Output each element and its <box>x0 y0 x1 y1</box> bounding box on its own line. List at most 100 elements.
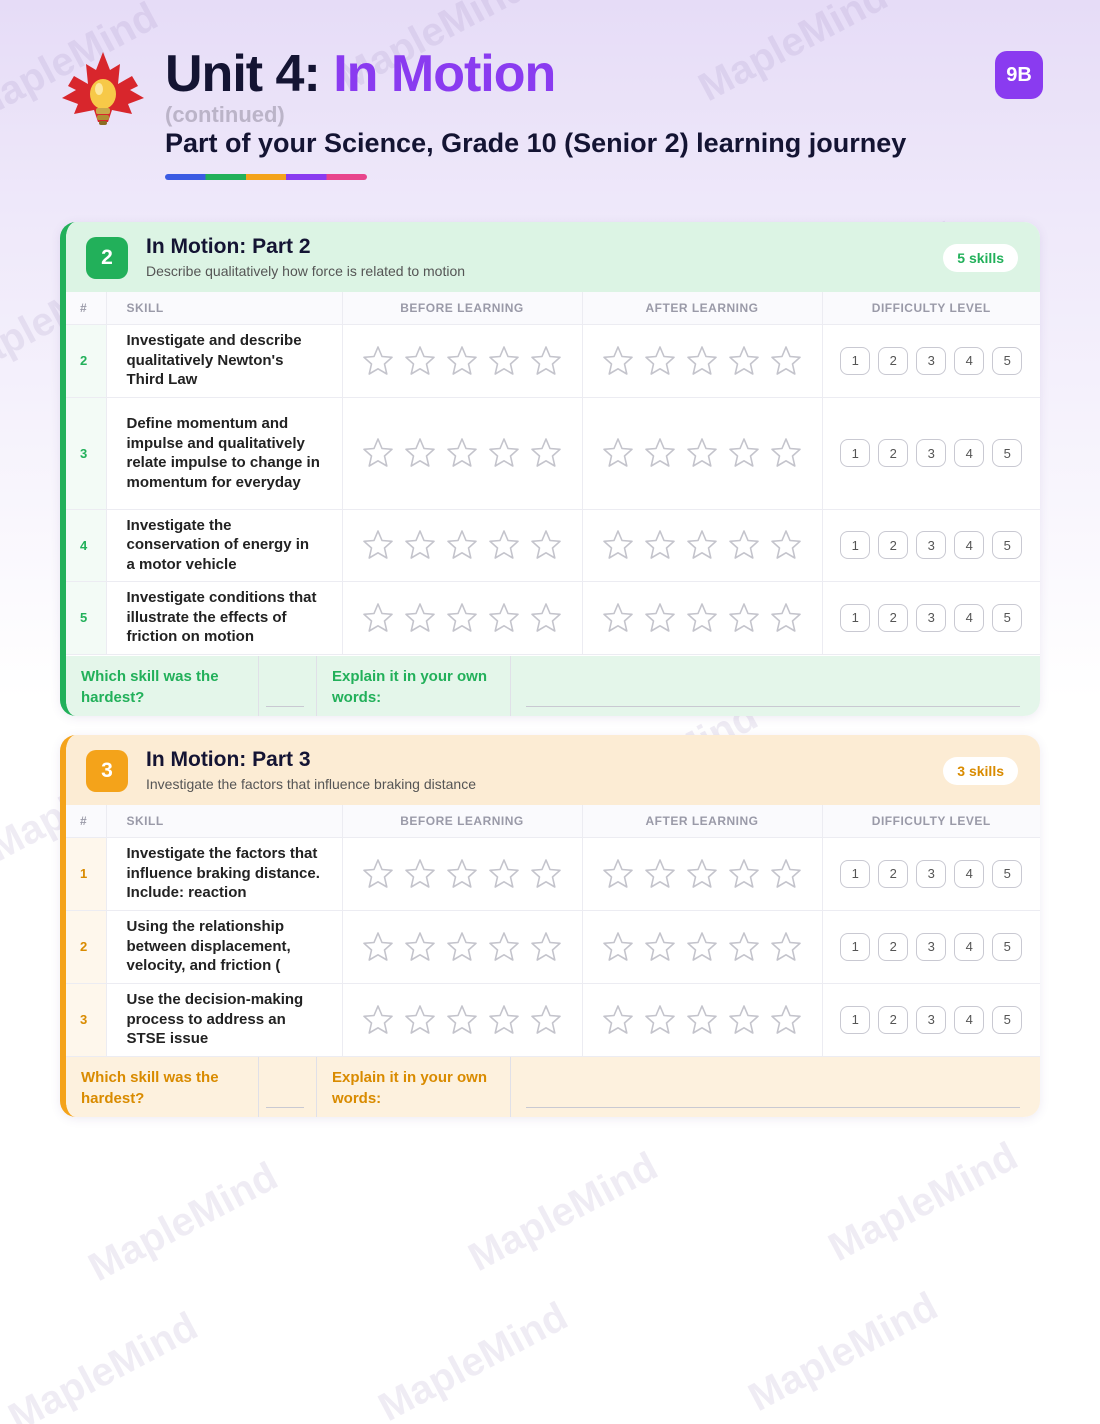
star-icon[interactable] <box>445 436 479 470</box>
star-icon[interactable] <box>403 344 437 378</box>
star-icon[interactable] <box>487 601 521 635</box>
star-icon[interactable] <box>403 436 437 470</box>
hardest-skill-answer-line[interactable] <box>266 1107 304 1108</box>
difficulty-option-button[interactable]: 1 <box>840 531 871 559</box>
star-icon[interactable] <box>601 344 635 378</box>
star-icon[interactable] <box>403 528 437 562</box>
star-icon[interactable] <box>361 930 395 964</box>
star-icon[interactable] <box>601 857 635 891</box>
star-icon[interactable] <box>769 857 803 891</box>
star-icon[interactable] <box>445 857 479 891</box>
difficulty-option-button[interactable]: 4 <box>954 531 985 559</box>
difficulty-option-button[interactable]: 5 <box>992 346 1023 375</box>
difficulty-option-button[interactable]: 2 <box>878 439 909 467</box>
star-icon[interactable] <box>601 601 635 635</box>
star-icon[interactable] <box>487 857 521 891</box>
star-icon[interactable] <box>487 344 521 378</box>
explain-answer-line[interactable] <box>526 1107 1020 1108</box>
difficulty-option-button[interactable]: 2 <box>878 603 909 632</box>
star-icon[interactable] <box>487 930 521 964</box>
star-icon[interactable] <box>529 344 563 378</box>
star-icon[interactable] <box>727 344 761 378</box>
difficulty-option-button[interactable]: 4 <box>954 932 985 961</box>
difficulty-option-button[interactable]: 3 <box>916 932 947 961</box>
difficulty-option-button[interactable]: 2 <box>878 346 909 375</box>
star-icon[interactable] <box>445 344 479 378</box>
difficulty-option-button[interactable]: 1 <box>840 346 871 375</box>
star-icon[interactable] <box>727 601 761 635</box>
star-icon[interactable] <box>361 436 395 470</box>
difficulty-option-button[interactable]: 4 <box>954 1005 985 1034</box>
difficulty-option-button[interactable]: 5 <box>992 439 1023 467</box>
star-icon[interactable] <box>403 1003 437 1037</box>
difficulty-option-button[interactable]: 3 <box>916 346 947 375</box>
difficulty-option-button[interactable]: 1 <box>840 932 871 961</box>
star-icon[interactable] <box>445 601 479 635</box>
difficulty-option-button[interactable]: 3 <box>916 859 947 888</box>
difficulty-option-button[interactable]: 5 <box>992 932 1023 961</box>
difficulty-option-button[interactable]: 3 <box>916 531 947 559</box>
difficulty-option-button[interactable]: 5 <box>992 1005 1023 1034</box>
difficulty-option-button[interactable]: 1 <box>840 603 871 632</box>
difficulty-option-button[interactable]: 3 <box>916 603 947 632</box>
difficulty-option-button[interactable]: 4 <box>954 603 985 632</box>
star-icon[interactable] <box>769 528 803 562</box>
star-icon[interactable] <box>685 601 719 635</box>
star-icon[interactable] <box>361 1003 395 1037</box>
star-icon[interactable] <box>727 436 761 470</box>
star-icon[interactable] <box>685 930 719 964</box>
star-icon[interactable] <box>445 1003 479 1037</box>
star-icon[interactable] <box>643 1003 677 1037</box>
difficulty-option-button[interactable]: 3 <box>916 439 947 467</box>
star-icon[interactable] <box>727 528 761 562</box>
star-icon[interactable] <box>769 601 803 635</box>
star-icon[interactable] <box>445 930 479 964</box>
difficulty-option-button[interactable]: 2 <box>878 531 909 559</box>
star-icon[interactable] <box>769 930 803 964</box>
difficulty-option-button[interactable]: 2 <box>878 932 909 961</box>
star-icon[interactable] <box>361 344 395 378</box>
star-icon[interactable] <box>727 1003 761 1037</box>
star-icon[interactable] <box>685 528 719 562</box>
difficulty-option-button[interactable]: 4 <box>954 859 985 888</box>
star-icon[interactable] <box>643 344 677 378</box>
star-icon[interactable] <box>601 436 635 470</box>
star-icon[interactable] <box>769 1003 803 1037</box>
star-icon[interactable] <box>727 857 761 891</box>
star-icon[interactable] <box>403 930 437 964</box>
difficulty-option-button[interactable]: 5 <box>992 859 1023 888</box>
star-icon[interactable] <box>727 930 761 964</box>
star-icon[interactable] <box>643 857 677 891</box>
difficulty-option-button[interactable]: 4 <box>954 346 985 375</box>
difficulty-option-button[interactable]: 1 <box>840 859 871 888</box>
star-icon[interactable] <box>361 528 395 562</box>
hardest-skill-answer-line[interactable] <box>266 706 304 707</box>
star-icon[interactable] <box>601 930 635 964</box>
star-icon[interactable] <box>529 930 563 964</box>
difficulty-option-button[interactable]: 5 <box>992 531 1023 559</box>
star-icon[interactable] <box>529 601 563 635</box>
difficulty-option-button[interactable]: 2 <box>878 1005 909 1034</box>
difficulty-option-button[interactable]: 2 <box>878 859 909 888</box>
star-icon[interactable] <box>487 1003 521 1037</box>
star-icon[interactable] <box>361 857 395 891</box>
star-icon[interactable] <box>769 436 803 470</box>
star-icon[interactable] <box>529 436 563 470</box>
star-icon[interactable] <box>601 528 635 562</box>
star-icon[interactable] <box>361 601 395 635</box>
difficulty-option-button[interactable]: 4 <box>954 439 985 467</box>
difficulty-option-button[interactable]: 3 <box>916 1005 947 1034</box>
star-icon[interactable] <box>685 344 719 378</box>
star-icon[interactable] <box>529 528 563 562</box>
star-icon[interactable] <box>643 601 677 635</box>
difficulty-option-button[interactable]: 5 <box>992 603 1023 632</box>
star-icon[interactable] <box>685 436 719 470</box>
star-icon[interactable] <box>685 1003 719 1037</box>
explain-answer-line[interactable] <box>526 706 1020 707</box>
star-icon[interactable] <box>643 528 677 562</box>
star-icon[interactable] <box>643 436 677 470</box>
star-icon[interactable] <box>529 857 563 891</box>
star-icon[interactable] <box>487 528 521 562</box>
star-icon[interactable] <box>403 857 437 891</box>
star-icon[interactable] <box>529 1003 563 1037</box>
